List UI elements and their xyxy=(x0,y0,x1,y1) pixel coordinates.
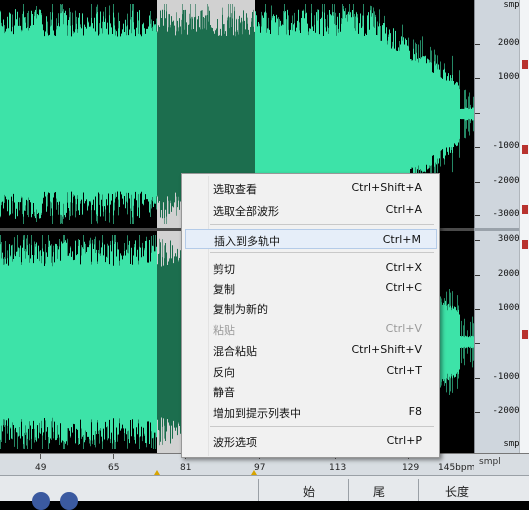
menu-item-shortcut: Ctrl+Shift+V xyxy=(351,343,422,356)
menu-item-shortcut: Ctrl+V xyxy=(385,322,422,335)
length-column-label: 长度 xyxy=(445,485,470,499)
menu-item-shortcut: Ctrl+M xyxy=(382,233,421,246)
transport-button[interactable] xyxy=(32,492,50,510)
panel-marker xyxy=(522,60,528,69)
menu-item-reverse[interactable]: 反向 Ctrl+T xyxy=(185,361,437,381)
ruler-tick xyxy=(475,240,480,241)
menu-item-add-to-cue-list[interactable]: 增加到提示列表中 F8 xyxy=(185,402,437,422)
timeline-tick xyxy=(113,454,114,459)
timeline-tick xyxy=(40,454,41,459)
ruler-tick xyxy=(475,412,480,413)
status-divider xyxy=(418,479,419,501)
menu-separator xyxy=(210,252,434,253)
menu-item-shortcut: Ctrl+Shift+A xyxy=(351,181,422,194)
panel-marker xyxy=(522,330,528,339)
menu-item-cut[interactable]: 剪切 Ctrl+X xyxy=(185,258,437,278)
menu-item-select-view[interactable]: 选取查看 Ctrl+Shift+A xyxy=(185,178,437,198)
menu-item-shortcut: Ctrl+X xyxy=(385,261,422,274)
status-bar: 始 尾 长度 xyxy=(0,475,529,510)
timeline-label: 65 xyxy=(108,463,120,473)
end-column-label: 尾 xyxy=(373,485,386,499)
ruler-tick xyxy=(475,147,480,148)
timeline-unit-box: smpl xyxy=(474,453,529,475)
menu-item-mix-paste[interactable]: 混合粘贴 Ctrl+Shift+V xyxy=(185,340,437,360)
ruler-tick xyxy=(475,343,480,344)
menu-item-label: 选取查看 xyxy=(213,183,257,196)
timeline-label: 129 xyxy=(402,463,420,473)
ruler-tick xyxy=(475,275,480,276)
status-divider xyxy=(348,479,349,501)
timeline-label: 113 xyxy=(329,463,347,473)
menu-item-label: 反向 xyxy=(213,366,235,379)
menu-item-label: 复制为新的 xyxy=(213,303,268,316)
menu-item-mute[interactable]: 静音 xyxy=(185,381,437,401)
menu-item-shortcut: Ctrl+T xyxy=(386,364,422,377)
timeline-label: 145bpm xyxy=(438,463,476,473)
timeline-unit-label: smpl xyxy=(479,457,501,467)
panel-marker xyxy=(522,240,528,249)
menu-item-label: 粘贴 xyxy=(213,324,235,337)
menu-item-insert-to-multitrack[interactable]: 插入到多轨中 Ctrl+M xyxy=(185,229,437,249)
ruler-tick xyxy=(475,78,480,79)
ruler-tick xyxy=(475,182,480,183)
ruler-tick xyxy=(475,309,480,310)
menu-item-label: 增加到提示列表中 xyxy=(213,407,301,420)
ruler-tick xyxy=(475,113,480,114)
menu-item-shortcut: Ctrl+C xyxy=(385,281,422,294)
menu-item-shortcut: F8 xyxy=(408,405,422,418)
ruler-tick xyxy=(475,44,480,45)
side-panel-edge xyxy=(519,0,529,453)
ruler-tick xyxy=(475,378,480,379)
status-divider xyxy=(258,479,259,501)
context-menu: 选取查看 Ctrl+Shift+A 选取全部波形 Ctrl+A 插入到多轨中 C… xyxy=(181,173,440,458)
menu-item-copy-to-new[interactable]: 复制为新的 xyxy=(185,298,437,318)
transport-button[interactable] xyxy=(60,492,78,510)
menu-item-waveform-options[interactable]: 波形选项 Ctrl+P xyxy=(185,431,437,451)
menu-item-copy[interactable]: 复制 Ctrl+C xyxy=(185,278,437,298)
ruler-tick xyxy=(475,215,480,216)
menu-item-label: 混合粘贴 xyxy=(213,345,257,358)
menu-item-select-all-waveform[interactable]: 选取全部波形 Ctrl+A xyxy=(185,200,437,220)
timeline-label: 49 xyxy=(35,463,47,473)
menu-separator xyxy=(210,426,434,427)
timeline-label: 81 xyxy=(180,463,192,473)
start-column-label: 始 xyxy=(303,485,316,499)
menu-item-label: 插入到多轨中 xyxy=(214,235,280,248)
menu-item-label: 波形选项 xyxy=(213,436,257,449)
menu-item-label: 剪切 xyxy=(213,263,235,276)
menu-item-paste[interactable]: 粘贴 Ctrl+V xyxy=(185,319,437,339)
menu-separator xyxy=(210,224,434,225)
panel-marker xyxy=(522,205,528,214)
menu-item-shortcut: Ctrl+A xyxy=(385,203,422,216)
menu-item-shortcut: Ctrl+P xyxy=(386,434,422,447)
menu-item-label: 静音 xyxy=(213,386,235,399)
menu-item-label: 复制 xyxy=(213,283,235,296)
menu-item-label: 选取全部波形 xyxy=(213,205,279,218)
panel-marker xyxy=(522,145,528,154)
